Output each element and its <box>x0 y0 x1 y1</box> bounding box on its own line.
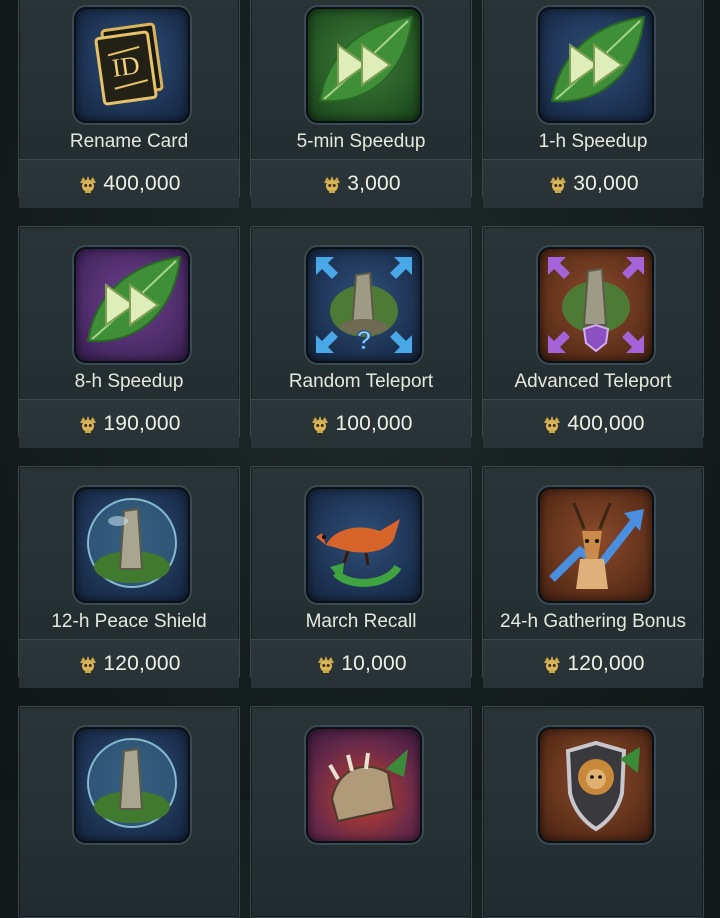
item-name: Rename Card <box>69 131 189 152</box>
item-price: 400,000 <box>567 412 645 435</box>
item-name: 24-h Gathering Bonus <box>500 611 686 632</box>
skull-coin-icon <box>321 174 343 194</box>
price-bar: 30,000 <box>483 159 703 208</box>
shop-item-1-h-speedup[interactable]: 1-h Speedup 30,000 <box>482 0 704 208</box>
item-price: 10,000 <box>341 652 407 675</box>
item-name: 12-h Peace Shield <box>51 611 207 632</box>
svg-text:ID: ID <box>110 50 141 83</box>
item-name: Random Teleport <box>288 371 434 392</box>
speedup-leaf-icon <box>538 7 654 123</box>
item-name: 8-h Speedup <box>74 371 184 392</box>
random-teleport-icon: ? <box>306 247 422 363</box>
speedup-leaf-icon <box>306 7 422 123</box>
item-price: 100,000 <box>335 412 413 435</box>
shop-item-random-teleport[interactable]: ? Random Teleport 100,000 <box>250 226 472 448</box>
shop-item-24-h-gathering-bonus[interactable]: 24-h Gathering Bonus 120,000 <box>482 466 704 688</box>
skull-coin-icon <box>547 174 569 194</box>
shop-item-5-min-speedup[interactable]: 5-min Speedup 3,000 <box>250 0 472 208</box>
claw-attack-icon <box>306 727 422 843</box>
shop-item-advanced-teleport[interactable]: Advanced Teleport 400,000 <box>482 226 704 448</box>
peace-shield-icon <box>74 727 190 843</box>
item-price: 30,000 <box>573 172 639 195</box>
skull-coin-icon <box>77 414 99 434</box>
item-name: 1-h Speedup <box>538 131 648 152</box>
speedup-leaf-icon <box>74 247 190 363</box>
march-recall-icon <box>306 487 422 603</box>
item-price: 400,000 <box>103 172 181 195</box>
shop-item-12-h-peace-shield[interactable]: 12-h Peace Shield 120,000 <box>18 466 240 688</box>
price-bar: 120,000 <box>19 639 239 688</box>
item-price: 120,000 <box>567 652 645 675</box>
shop-item-claw-partial[interactable] <box>250 706 472 918</box>
shop-item-lion-shield-partial[interactable] <box>482 706 704 918</box>
advanced-teleport-icon <box>538 247 654 363</box>
svg-text:?: ? <box>356 325 372 355</box>
skull-coin-icon <box>315 654 337 674</box>
price-bar: 400,000 <box>483 399 703 448</box>
price-bar: 10,000 <box>251 639 471 688</box>
item-name: 5-min Speedup <box>296 131 426 152</box>
item-name: Advanced Teleport <box>514 371 672 392</box>
shop-item-march-recall[interactable]: March Recall 10,000 <box>250 466 472 688</box>
skull-coin-icon <box>77 174 99 194</box>
item-price: 120,000 <box>103 652 181 675</box>
item-name: March Recall <box>305 611 417 632</box>
gathering-bonus-icon <box>538 487 654 603</box>
shop-item-8-h-speedup[interactable]: 8-h Speedup 190,000 <box>18 226 240 448</box>
price-bar: 190,000 <box>19 399 239 448</box>
item-price: 190,000 <box>103 412 181 435</box>
item-price: 3,000 <box>347 172 401 195</box>
price-bar: 120,000 <box>483 639 703 688</box>
skull-coin-icon <box>77 654 99 674</box>
rename-card-icon: ID <box>74 7 190 123</box>
shop-item-rename-card[interactable]: ID Rename Card 400,000 <box>18 0 240 208</box>
lion-shield-icon <box>538 727 654 843</box>
price-bar: 3,000 <box>251 159 471 208</box>
skull-coin-icon <box>309 414 331 434</box>
price-bar: 400,000 <box>19 159 239 208</box>
price-bar: 100,000 <box>251 399 471 448</box>
skull-coin-icon <box>541 654 563 674</box>
shop-item-peace-shield-partial[interactable] <box>18 706 240 918</box>
item-shop-grid: ID Rename Card 400,000 5-min Speedup 3,0… <box>0 0 720 918</box>
peace-shield-icon <box>74 487 190 603</box>
skull-coin-icon <box>541 414 563 434</box>
